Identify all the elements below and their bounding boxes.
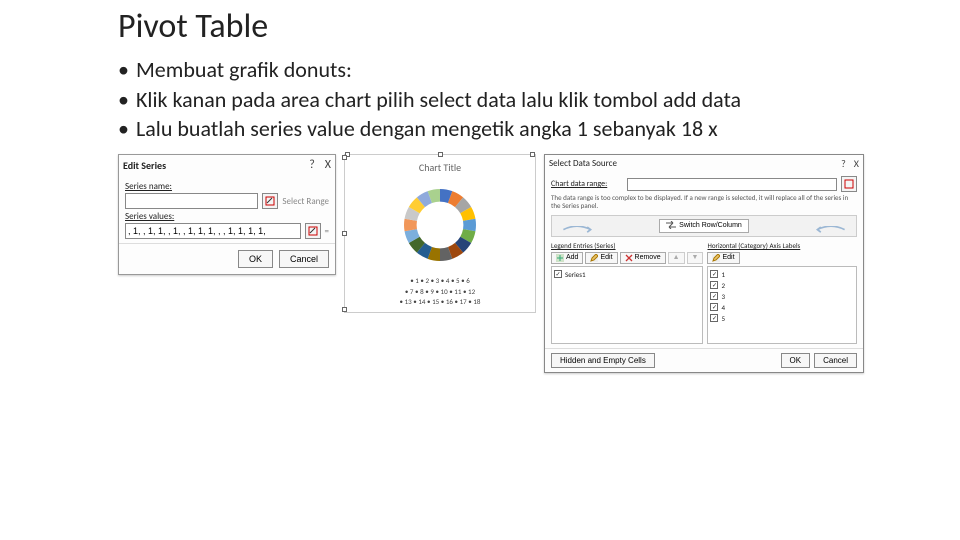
chevron-down-icon: ▼ [692, 254, 699, 261]
bullet-item: Membuat grafik donuts: [118, 55, 960, 85]
switch-label: Switch Row/Column [679, 222, 742, 229]
category-list[interactable]: ✓1✓2✓3✓4✓5 [707, 266, 857, 344]
donut-chart [349, 180, 531, 270]
bullet-list: Membuat grafik donuts: Klik kanan pada a… [118, 55, 960, 144]
axis-labels-header: Horizontal (Category) Axis Labels [707, 241, 857, 250]
legend-row: • 7 • 8 • 9 • 10 • 11 • 12 [349, 287, 531, 298]
close-icon[interactable]: X [854, 157, 859, 170]
chart-data-range-input[interactable] [627, 178, 837, 191]
list-item[interactable]: ✓3 [710, 291, 854, 302]
chevron-up-icon: ▲ [673, 254, 680, 261]
move-down-button: ▼ [687, 252, 704, 264]
range-picker-icon[interactable] [262, 193, 278, 209]
series-values-hint: = [325, 226, 329, 237]
range-picker-icon[interactable] [305, 223, 321, 239]
remove-button[interactable]: Remove [620, 252, 666, 264]
chart-data-range-label: Chart data range: [551, 179, 623, 189]
edit-axis-button[interactable]: Edit [707, 252, 739, 264]
bullet-item: Klik kanan pada area chart pilih select … [118, 85, 960, 115]
series-name-hint: Select Range [282, 196, 329, 207]
edit-series-dialog: Edit Series ? X Series name: Select Rang… [118, 154, 336, 275]
help-icon[interactable]: ? [309, 158, 315, 172]
add-icon [556, 254, 564, 262]
chart-legend: • 1 • 2 • 3 • 4 • 5 • 6 • 7 • 8 • 9 • 10… [349, 276, 531, 308]
select-data-source-dialog: Select Data Source ? X Chart data range:… [544, 154, 864, 373]
cancel-button[interactable]: Cancel [279, 250, 329, 268]
checkbox-icon[interactable]: ✓ [710, 314, 718, 322]
slide-title: Pivot Table [118, 6, 960, 47]
list-item[interactable]: ✓2 [710, 280, 854, 291]
dialog-title: Select Data Source [549, 158, 617, 169]
range-picker-icon[interactable] [841, 176, 857, 192]
list-item[interactable]: ✓Series1 [554, 269, 700, 280]
close-icon[interactable]: X [325, 158, 331, 172]
switch-icon [666, 221, 676, 231]
checkbox-icon[interactable]: ✓ [710, 292, 718, 300]
dialog-title: Edit Series [123, 159, 166, 172]
list-item[interactable]: ✓1 [710, 269, 854, 280]
help-icon[interactable]: ? [841, 157, 846, 170]
bullet-item: Lalu buatlah series value dengan mengeti… [118, 114, 960, 144]
edit-icon [712, 254, 720, 262]
ok-button[interactable]: OK [781, 353, 811, 368]
remove-icon [625, 254, 633, 262]
edit-button[interactable]: Edit [585, 252, 617, 264]
series-name-label: Series name: [125, 181, 329, 192]
legend-row: • 13 • 14 • 15 • 16 • 17 • 18 [349, 297, 531, 308]
checkbox-icon[interactable]: ✓ [554, 270, 562, 278]
move-up-button: ▲ [668, 252, 685, 264]
series-list[interactable]: ✓Series1 [551, 266, 703, 344]
checkbox-icon[interactable]: ✓ [710, 270, 718, 278]
chart-preview[interactable]: Chart Title • 1 • 2 • 3 • 4 • 5 • 6 • 7 … [344, 154, 536, 313]
series-values-label: Series values: [125, 211, 329, 222]
checkbox-icon[interactable]: ✓ [710, 303, 718, 311]
add-button[interactable]: Add [551, 252, 583, 264]
switch-row-column-button[interactable]: Switch Row/Column [659, 219, 749, 233]
series-name-input[interactable] [125, 193, 258, 209]
series-values-input[interactable] [125, 223, 301, 239]
hidden-empty-cells-button[interactable]: Hidden and Empty Cells [551, 353, 655, 368]
legend-row: • 1 • 2 • 3 • 4 • 5 • 6 [349, 276, 531, 287]
ok-button[interactable]: OK [238, 250, 273, 268]
checkbox-icon[interactable]: ✓ [710, 281, 718, 289]
cancel-button[interactable]: Cancel [814, 353, 857, 368]
chart-title: Chart Title [349, 161, 531, 174]
list-item[interactable]: ✓4 [710, 302, 854, 313]
range-note: The data range is too complex to be disp… [551, 194, 857, 211]
list-item[interactable]: ✓5 [710, 313, 854, 324]
edit-icon [590, 254, 598, 262]
legend-entries-header: Legend Entries (Series) [551, 241, 703, 250]
